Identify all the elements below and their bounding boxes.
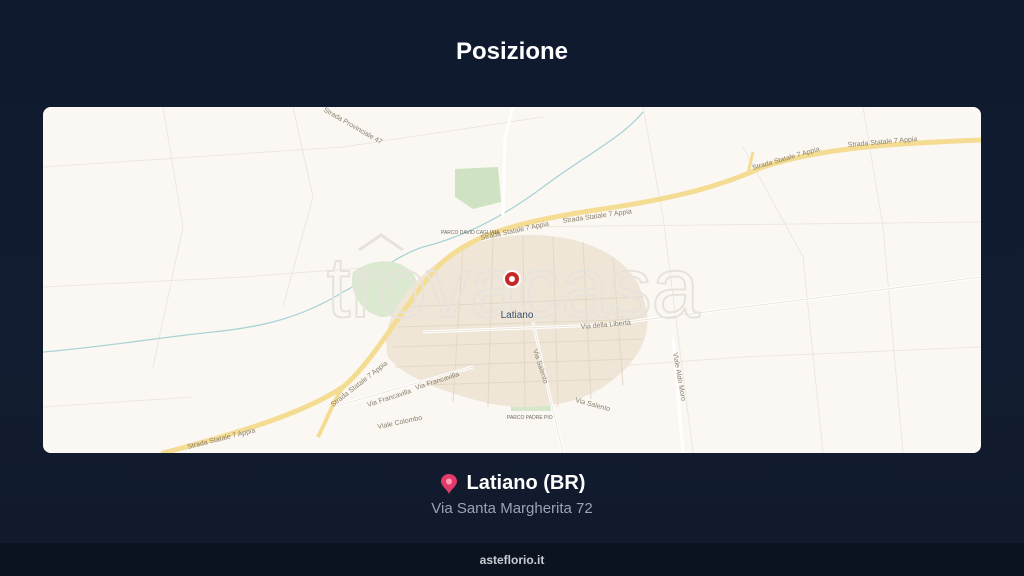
footer: asteflorio.it xyxy=(0,543,1024,576)
location-line: Latiano (BR) xyxy=(0,472,1024,495)
town-label: Latiano xyxy=(501,310,534,321)
label-parco-cagliani: PARCO DAVID CAGLIANI xyxy=(441,230,499,236)
label-parco-padre-pio: PARCO PADRE PIO xyxy=(507,415,553,421)
footer-site-link[interactable]: asteflorio.it xyxy=(480,553,545,567)
watermark-text: trovacasa xyxy=(327,240,700,336)
map[interactable]: Strada Statale 7 Appia Strada Statale 7 … xyxy=(43,107,981,453)
page-title: Posizione xyxy=(455,38,569,65)
pin-icon xyxy=(440,473,457,494)
location-marker-icon[interactable] xyxy=(503,270,521,288)
location-name: Latiano (BR) xyxy=(466,472,586,494)
location-address: Via Santa Margherita 72 xyxy=(431,500,593,517)
page: Posizione Strada Statale 7 Appia Strada … xyxy=(0,0,1024,576)
map-canvas[interactable]: Strada Statale 7 Appia Strada Statale 7 … xyxy=(43,107,981,453)
